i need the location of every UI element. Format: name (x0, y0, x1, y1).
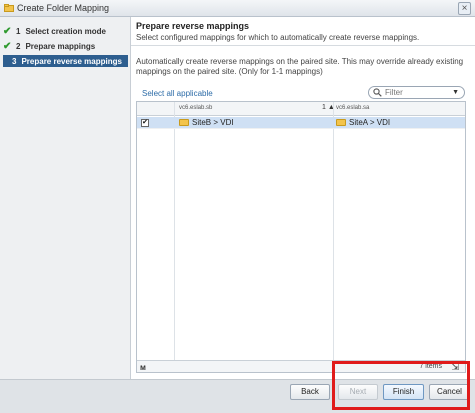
select-all-link[interactable]: Select all applicable (142, 89, 213, 98)
wizard-steps-sidebar: ✔ 1 Select creation mode ✔ 2 Prepare map… (0, 17, 131, 379)
source-folder: SiteB > VDI (192, 118, 234, 127)
back-button[interactable]: Back (290, 384, 330, 400)
folder-icon (336, 119, 346, 126)
dialog-title-bar: Create Folder Mapping × (0, 0, 475, 17)
checkmark-icon: ✔ (3, 25, 12, 37)
step-number: 3 (12, 56, 17, 66)
target-cell: SiteA > VDI (336, 118, 390, 127)
step-number: 2 (16, 41, 21, 51)
wizard-step-1[interactable]: ✔ 1 Select creation mode (3, 25, 128, 37)
chevron-down-icon[interactable]: ▼ (452, 89, 459, 96)
binoculars-icon[interactable]: ᴍ (140, 363, 146, 372)
search-icon (373, 88, 382, 97)
step-label: Select creation mode (25, 26, 106, 36)
source-cell: SiteB > VDI (179, 118, 234, 127)
page-title: Prepare reverse mappings (136, 21, 250, 31)
column-header-source[interactable]: vc6.eslab.sb (179, 105, 212, 111)
wizard-step-3[interactable]: 3 Prepare reverse mappings (3, 55, 128, 67)
step-label: Prepare reverse mappings (21, 56, 122, 66)
close-icon[interactable]: × (458, 2, 471, 15)
filter-box[interactable]: ▼ (368, 86, 465, 99)
folder-icon (179, 119, 189, 126)
divider (131, 45, 475, 46)
dialog-title: Create Folder Mapping (17, 3, 110, 13)
checkmark-icon: ✔ (3, 40, 12, 52)
column-divider (174, 102, 175, 360)
table-row[interactable]: ✔ SiteB > VDI SiteA > VDI (137, 117, 465, 129)
grid-header: vc6.eslab.sb 1 ▲ vc6.eslab.sa (137, 102, 465, 116)
highlight-annotation (332, 361, 470, 410)
folder-mapping-icon (4, 4, 14, 12)
step-number: 1 (16, 26, 21, 36)
mappings-grid: vc6.eslab.sb 1 ▲ vc6.eslab.sa ✔ SiteB > … (136, 101, 466, 373)
row-checkbox[interactable]: ✔ (141, 119, 149, 127)
info-text: Automatically create reverse mappings on… (136, 57, 464, 76)
column-divider (333, 102, 334, 360)
target-folder: SiteA > VDI (349, 118, 391, 127)
column-header-target[interactable]: vc6.eslab.sa (336, 105, 369, 111)
filter-input[interactable] (385, 88, 445, 97)
step-label: Prepare mappings (25, 41, 96, 51)
page-description: Select configured mappings for which to … (136, 33, 420, 42)
wizard-step-2[interactable]: ✔ 2 Prepare mappings (3, 40, 128, 52)
